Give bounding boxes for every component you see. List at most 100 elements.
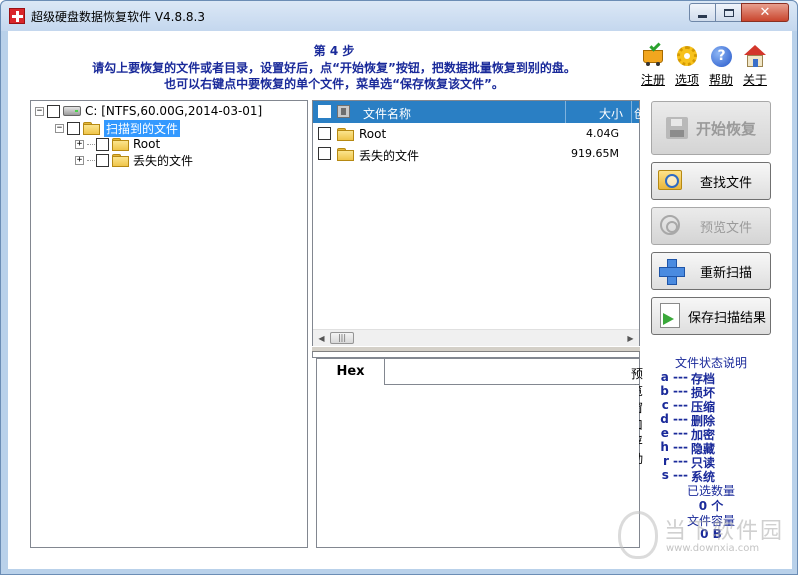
- find-file-button[interactable]: 查找文件: [651, 162, 771, 200]
- preview-file-label: 预览文件: [700, 220, 753, 236]
- table-row[interactable]: Root 4.04G: [313, 124, 639, 144]
- cart-icon: [640, 40, 666, 69]
- file-list-header: 文件名称 大小 创: [313, 101, 646, 123]
- close-button[interactable]: ✕: [741, 3, 789, 22]
- row-name: 丢失的文件: [359, 149, 420, 163]
- tree-node-drive[interactable]: − C: [NTFS,60.00G,2014-03-01]: [35, 103, 262, 119]
- selected-count-value: 0 个: [698, 499, 724, 513]
- expand-toggle[interactable]: +: [75, 155, 84, 165]
- file-status-legend: 文件状态说明 a --- 存档 b --- 损坏 c --- 压缩 d --- 删除 e…: [651, 354, 771, 542]
- scroll-right-icon[interactable]: ▶: [622, 330, 639, 347]
- rescan-label: 重新扫描: [700, 265, 753, 281]
- tab-strip: 预览窗口浮动: [385, 359, 643, 466]
- maximize-icon: [723, 8, 734, 17]
- folder-icon: [337, 148, 354, 161]
- app-window: 超级硬盘数据恢复软件 V4.8.8.3 ✕ 第 4 步 请勾上要恢复的文件或者目…: [0, 0, 798, 575]
- legend-item: h --- 隐藏: [660, 440, 716, 456]
- plus-icon: [658, 258, 685, 285]
- maximize-button[interactable]: [715, 3, 742, 22]
- root-checkbox[interactable]: [96, 137, 109, 151]
- column-size-header[interactable]: 大小: [569, 105, 623, 122]
- legend-item: c --- 压缩: [661, 398, 716, 414]
- folder-icon: [112, 154, 129, 167]
- disk-icon: [666, 117, 688, 139]
- about-label: 关于: [742, 73, 767, 87]
- tree-node-lost[interactable]: + 丢失的文件: [75, 152, 193, 168]
- instruction-line-1: 请勾上要恢复的文件或者目录，设置好后，点“开始恢复”按钮，把数据批量恢复到别的盘…: [92, 61, 576, 75]
- preview-file-button[interactable]: 预览文件: [651, 207, 771, 245]
- start-recovery-label: 开始恢复: [696, 119, 757, 138]
- folder-icon: [337, 128, 354, 141]
- select-all-checkbox[interactable]: [318, 105, 331, 118]
- save-arrow-icon: [658, 303, 684, 329]
- gear-icon: [674, 43, 700, 69]
- legend-item: a --- 存档: [660, 370, 716, 386]
- scanned-label: 扫描到的文件: [104, 119, 181, 137]
- scanned-checkbox[interactable]: [67, 121, 80, 135]
- start-recovery-button[interactable]: 开始恢复: [651, 101, 771, 155]
- hard-drive-icon: [63, 106, 81, 116]
- row-checkbox[interactable]: [318, 127, 331, 140]
- help-button[interactable]: ? 帮助: [704, 43, 738, 88]
- file-type-icon: [337, 105, 350, 118]
- client-area: 第 4 步 请勾上要恢复的文件或者目录，设置好后，点“开始恢复”按钮，把数据批量…: [8, 31, 792, 569]
- help-label: 帮助: [708, 73, 733, 87]
- column-name-header[interactable]: 文件名称: [363, 105, 411, 122]
- rescan-button[interactable]: 重新扫描: [651, 252, 771, 290]
- folder-icon: [112, 138, 129, 151]
- collapse-toggle[interactable]: −: [35, 106, 44, 116]
- legend-item: d --- 删除: [660, 412, 716, 428]
- legend-item: e --- 加密: [660, 426, 716, 442]
- row-size: 4.04G: [585, 127, 619, 140]
- options-button[interactable]: 选项: [670, 43, 704, 88]
- about-button[interactable]: 关于: [738, 43, 772, 88]
- tree-node-root[interactable]: + Root: [75, 136, 160, 152]
- lost-files-label: 丢失的文件: [133, 153, 194, 168]
- help-icon: ?: [708, 43, 734, 69]
- row-checkbox[interactable]: [318, 147, 331, 160]
- legend-title: 文件状态说明: [674, 356, 747, 370]
- hex-preview-panel: Hex 预览窗口浮动: [316, 358, 643, 548]
- options-label: 选项: [674, 73, 699, 87]
- scroll-left-icon[interactable]: ◀: [313, 330, 330, 347]
- row-size: 919.65M: [571, 147, 619, 160]
- legend-item: r --- 只读: [662, 454, 716, 470]
- capacity-value: 0 B: [700, 527, 722, 541]
- root-label: Root: [133, 137, 161, 151]
- table-row[interactable]: 丢失的文件 919.65M: [313, 144, 639, 164]
- capacity-label: 文件容量: [686, 514, 735, 528]
- directory-tree[interactable]: − C: [NTFS,60.00G,2014-03-01] − 扫描到的文件 +…: [30, 100, 308, 548]
- watermark-url: www.downxia.com: [666, 543, 760, 554]
- folder-icon: [83, 122, 100, 135]
- app-logo-icon: [9, 8, 25, 24]
- save-scan-button[interactable]: 保存扫描结果: [651, 297, 771, 335]
- scroll-thumb[interactable]: |||: [330, 332, 354, 344]
- find-folder-icon: [658, 168, 684, 194]
- register-button[interactable]: 注册: [636, 40, 670, 88]
- expand-toggle[interactable]: +: [75, 139, 84, 149]
- title-bar[interactable]: 超级硬盘数据恢复软件 V4.8.8.3 ✕: [1, 1, 797, 31]
- minimize-button[interactable]: [689, 3, 716, 22]
- column-created-header[interactable]: 创: [634, 105, 646, 122]
- collapse-toggle[interactable]: −: [55, 123, 64, 133]
- window-title: 超级硬盘数据恢复软件 V4.8.8.3: [31, 10, 206, 24]
- house-icon: [742, 43, 768, 69]
- find-file-label: 查找文件: [700, 175, 753, 191]
- lost-files-checkbox[interactable]: [96, 153, 109, 167]
- legend-item: s --- 系统: [661, 468, 716, 484]
- step-title: 第 4 步: [313, 44, 355, 58]
- tree-node-scanned[interactable]: − 扫描到的文件: [55, 119, 181, 137]
- minimize-icon: [698, 14, 707, 18]
- file-list[interactable]: 文件名称 大小 创 Root 4.04G 丢失的文件 919.65M ◀ |||: [312, 100, 646, 358]
- horizontal-scrollbar[interactable]: ◀ ||| ▶: [313, 329, 639, 346]
- legend-item: b --- 损坏: [660, 384, 716, 400]
- save-scan-label: 保存扫描结果: [688, 310, 767, 326]
- drive-checkbox[interactable]: [47, 104, 60, 118]
- pane-splitter[interactable]: [312, 346, 640, 352]
- hex-view[interactable]: [317, 385, 639, 547]
- preview-icon: [658, 213, 684, 239]
- tab-hex[interactable]: Hex: [317, 359, 385, 385]
- instruction-line-2: 也可以右键点中要恢复的单个文件，菜单选“保存恢复该文件”。: [164, 77, 504, 91]
- register-label: 注册: [640, 73, 665, 87]
- selected-count-label: 已选数量: [686, 484, 735, 498]
